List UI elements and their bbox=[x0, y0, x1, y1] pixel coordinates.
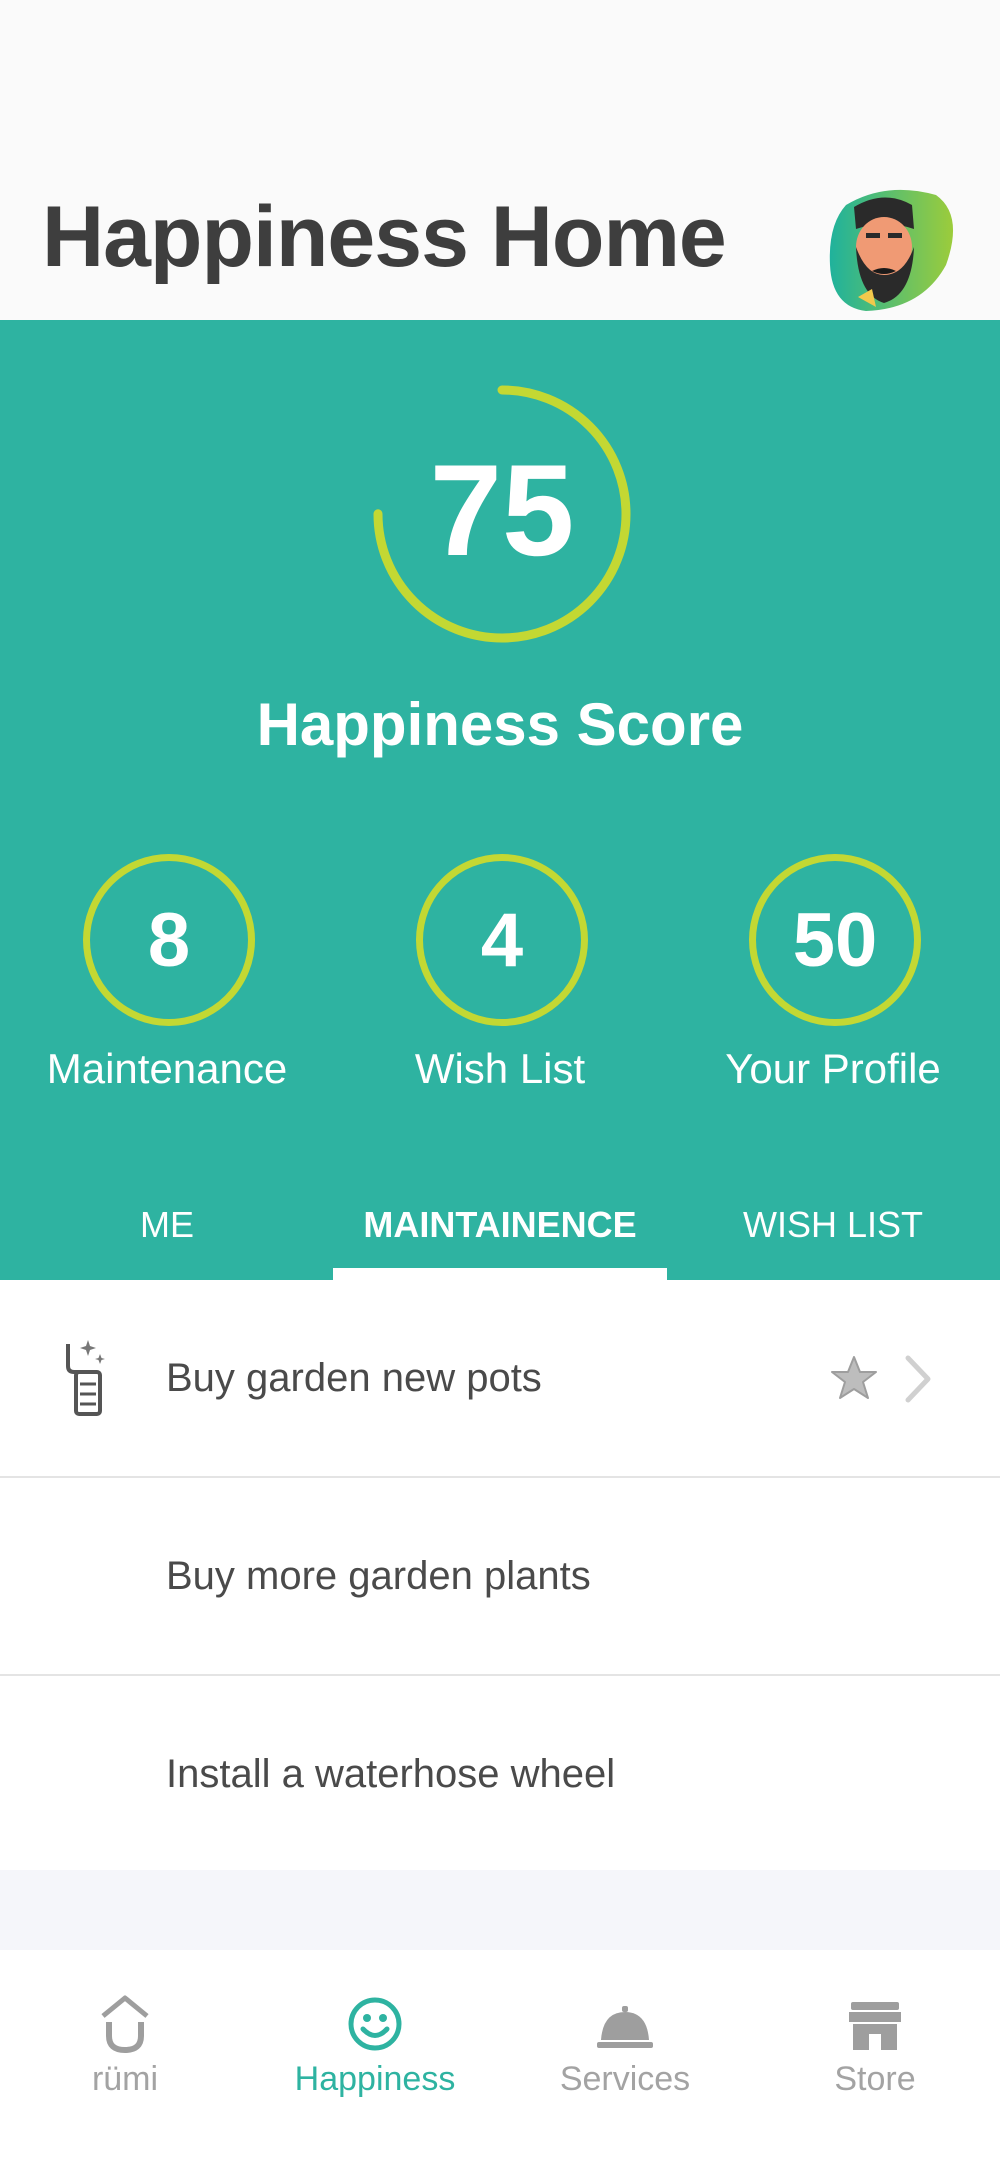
rumi-home-icon bbox=[97, 1994, 153, 2054]
stat-your-profile-value: 50 bbox=[749, 854, 921, 1026]
happiness-score-label: Happiness Score bbox=[256, 691, 744, 758]
appliance-sparkle-icon bbox=[58, 1336, 108, 1420]
storefront-icon bbox=[847, 1994, 903, 2054]
tabbar-item-rumi[interactable]: rümi bbox=[0, 1950, 250, 2167]
tabbar-label: rümi bbox=[91, 2060, 159, 2098]
tabbar-label: Happiness bbox=[294, 2060, 456, 2098]
star-icon[interactable] bbox=[830, 1355, 878, 1401]
avatar[interactable] bbox=[826, 185, 958, 315]
tabbar-label: Services bbox=[559, 2060, 691, 2098]
list-item[interactable]: Install a waterhose wheel bbox=[0, 1676, 1000, 1874]
stat-your-profile-label: Your Profile bbox=[725, 1045, 941, 1092]
list-item[interactable]: Buy more garden plants bbox=[0, 1478, 1000, 1676]
stat-wish-list[interactable]: 4 Wish List bbox=[333, 850, 667, 1110]
page-title: Happiness Home bbox=[42, 189, 727, 285]
stat-maintenance[interactable]: 8 Maintenance bbox=[0, 850, 334, 1110]
service-bell-icon bbox=[597, 1994, 653, 2054]
list-item-label: Buy more garden plants bbox=[166, 1554, 591, 1598]
list-item-label: Install a waterhose wheel bbox=[166, 1752, 616, 1796]
bottom-tab-bar: rümi Happiness Services Store bbox=[0, 1950, 1000, 2167]
stat-wish-list-label: Wish List bbox=[414, 1045, 586, 1092]
active-tab-indicator bbox=[333, 1268, 667, 1280]
happiness-score-value: 75 bbox=[429, 437, 575, 583]
tabbar-item-happiness[interactable]: Happiness bbox=[250, 1950, 500, 2167]
tabbar-label: Store bbox=[834, 2060, 916, 2098]
list-item-label: Buy garden new pots bbox=[166, 1356, 542, 1400]
stat-your-profile[interactable]: 50 Your Profile bbox=[666, 850, 1000, 1110]
chevron-right-icon[interactable] bbox=[902, 1354, 934, 1404]
list-item[interactable]: Buy garden new pots bbox=[0, 1280, 1000, 1478]
tabbar-item-services[interactable]: Services bbox=[500, 1950, 750, 2167]
content-spacer bbox=[0, 1870, 1000, 1950]
tab-me[interactable]: ME bbox=[0, 1195, 334, 1280]
tabbar-item-store[interactable]: Store bbox=[750, 1950, 1000, 2167]
tab-wish-list[interactable]: WISH LIST bbox=[666, 1195, 1000, 1280]
maintenance-list: Buy garden new pots Buy more garden plan… bbox=[0, 1280, 1000, 1874]
stat-wish-list-value: 4 bbox=[416, 854, 588, 1026]
header: Happiness Home bbox=[0, 0, 1000, 320]
stat-maintenance-label: Maintenance bbox=[46, 1045, 288, 1092]
smiley-icon bbox=[347, 1994, 403, 2054]
stat-maintenance-value: 8 bbox=[83, 854, 255, 1026]
